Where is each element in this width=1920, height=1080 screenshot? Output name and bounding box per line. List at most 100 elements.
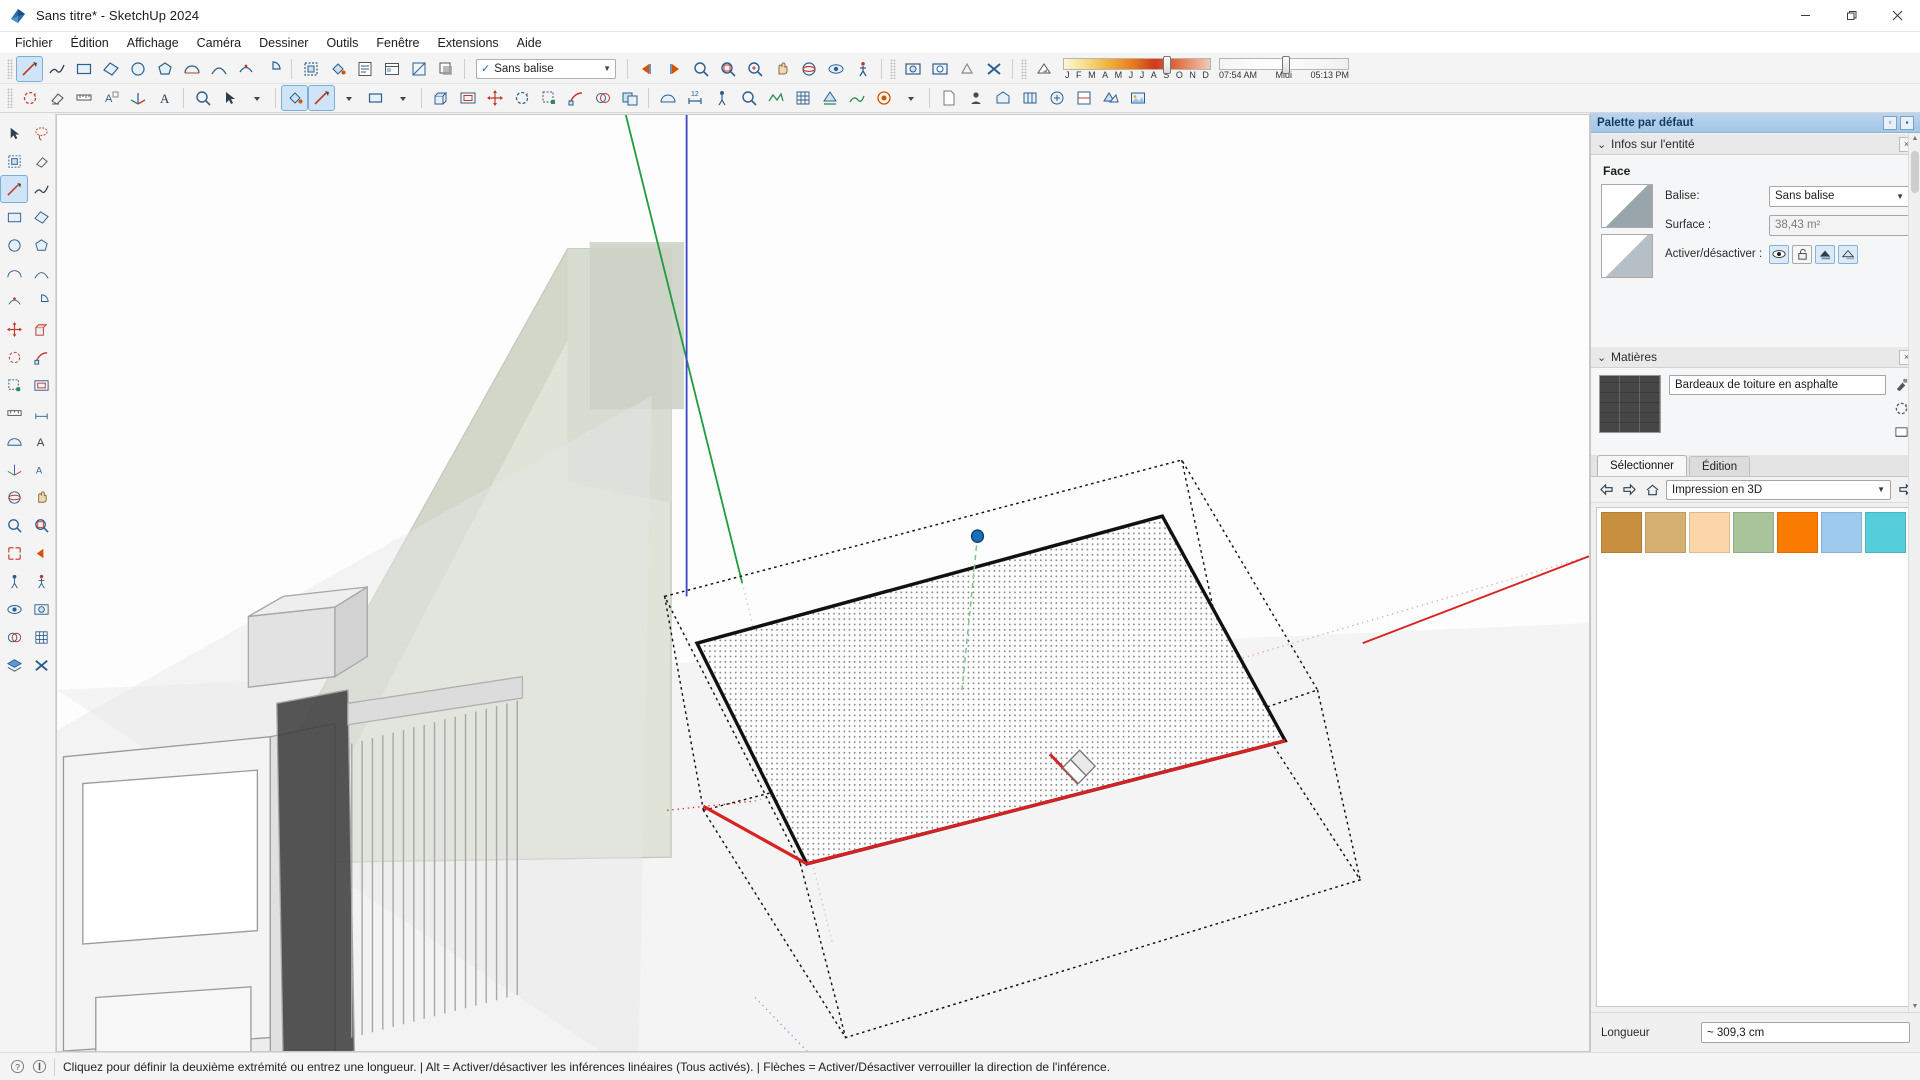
menu-fenetre[interactable]: Fenêtre: [367, 34, 428, 52]
tool-look-around-icon[interactable]: [823, 57, 848, 81]
tool-zoom-2-icon[interactable]: [190, 86, 215, 110]
lp-move-icon[interactable]: [1, 316, 27, 342]
model-viewport[interactable]: [56, 114, 1590, 1052]
tool-protractor-icon[interactable]: [655, 86, 680, 110]
tag-selector[interactable]: ✓ Sans balise ▼: [476, 58, 616, 79]
tool-scale-icon[interactable]: [536, 86, 561, 110]
entity-info-header[interactable]: ⌄ Infos sur l'entité ×: [1591, 133, 1920, 155]
lp-pie-icon[interactable]: [28, 288, 54, 314]
tool-rotate-icon[interactable]: [509, 86, 534, 110]
tool-photo-texture-icon[interactable]: [1125, 86, 1150, 110]
toolbar-grip[interactable]: [7, 58, 13, 79]
tool-orbit-icon[interactable]: [796, 57, 821, 81]
tool-3dwarehouse-icon[interactable]: [990, 86, 1015, 110]
material-swatch-2[interactable]: [1689, 512, 1730, 553]
lp-layers-icon[interactable]: [1, 652, 27, 678]
tool-axes-icon[interactable]: [125, 86, 150, 110]
tool-arc-icon[interactable]: [179, 57, 204, 81]
tool-material-dropdown-icon[interactable]: [898, 86, 923, 110]
tool-tape-measure-icon[interactable]: [71, 86, 96, 110]
material-swatch-3[interactable]: [1733, 512, 1774, 553]
toolbar-grip-4[interactable]: [7, 88, 13, 108]
tool-text-3d-icon[interactable]: A: [98, 86, 123, 110]
lp-sandbox-icon[interactable]: [28, 624, 54, 650]
tool-grid-icon[interactable]: [790, 86, 815, 110]
material-name-field[interactable]: Bardeaux de toiture en asphalte: [1669, 375, 1886, 395]
close-button[interactable]: [1874, 0, 1920, 32]
menu-edition[interactable]: Édition: [62, 34, 118, 52]
tray-title-bar[interactable]: Palette par défaut ▫ ▪: [1591, 113, 1920, 133]
tool-paint-bucket-icon[interactable]: [325, 57, 350, 81]
tool-move-icon[interactable]: [482, 86, 507, 110]
tool-shadows-icon[interactable]: [433, 57, 458, 81]
tool-text-icon[interactable]: A: [152, 86, 177, 110]
tab-edition[interactable]: Édition: [1688, 456, 1751, 476]
lp-section-plane-icon[interactable]: [28, 596, 54, 622]
tool-rectangle-icon[interactable]: [71, 57, 96, 81]
tool-zoom-window-icon[interactable]: [715, 57, 740, 81]
lp-polygon-icon[interactable]: [28, 232, 54, 258]
lp-dimension-icon[interactable]: [28, 400, 54, 426]
shadow-time-control[interactable]: 07:54 AM Midi 05:13 PM: [1211, 55, 1349, 83]
tray-dock-icon[interactable]: ▫: [1883, 115, 1897, 130]
tool-material-paint-icon[interactable]: [871, 86, 896, 110]
tool-line-dropdown-icon[interactable]: [336, 86, 361, 110]
tool-add-person-icon[interactable]: [963, 86, 988, 110]
tool-select-dropdown-icon[interactable]: [244, 86, 269, 110]
material-library-select[interactable]: Impression en 3D ▼: [1666, 479, 1891, 500]
tool-xray-icon[interactable]: [981, 57, 1006, 81]
shadow-receive-icon[interactable]: [1838, 244, 1858, 264]
material-swatch-6[interactable]: [1865, 512, 1906, 553]
chevron-down-icon[interactable]: ⌄: [1597, 351, 1611, 364]
toolbar-grip-2[interactable]: [890, 58, 896, 79]
tool-line-icon[interactable]: [16, 55, 43, 82]
lp-line-icon[interactable]: [0, 175, 28, 203]
lp-3point-arc-icon[interactable]: [1, 288, 27, 314]
lp-scale-icon[interactable]: [1, 372, 27, 398]
tag-field-combo[interactable]: Sans balise ▼: [1769, 185, 1910, 207]
tool-shapes-dropdown-icon[interactable]: [390, 86, 415, 110]
tool-shapes-icon[interactable]: [363, 86, 388, 110]
lp-select-icon[interactable]: [1, 120, 27, 146]
lp-arc-icon[interactable]: [1, 260, 27, 286]
tool-previous-view-icon[interactable]: [634, 57, 659, 81]
scroll-down-arrow-icon[interactable]: ▼: [1911, 1003, 1919, 1010]
shadow-date-slider[interactable]: [1063, 55, 1211, 74]
tool-extension-warehouse-icon[interactable]: [1017, 86, 1042, 110]
tray-scroll-thumb[interactable]: [1911, 151, 1919, 193]
tool-pan-icon[interactable]: [769, 57, 794, 81]
length-input[interactable]: ~ 309,3 cm: [1701, 1022, 1910, 1043]
shadow-cast-icon[interactable]: [1815, 244, 1835, 264]
tool-2point-arc-icon[interactable]: [206, 57, 231, 81]
lp-zoom-window-icon[interactable]: [28, 512, 54, 538]
tool-walk-icon[interactable]: [850, 57, 875, 81]
tool-paint-bucket-2-icon[interactable]: [281, 85, 308, 111]
lp-look-around-icon[interactable]: [1, 596, 27, 622]
lp-rectangle-icon[interactable]: [1, 204, 27, 230]
lp-tape-measure-icon[interactable]: [1, 400, 27, 426]
material-swatch-1[interactable]: [1645, 512, 1686, 553]
tool-shadow-settings-icon[interactable]: [1031, 57, 1056, 81]
lp-push-pull-icon[interactable]: [28, 316, 54, 342]
tray-scrollbar[interactable]: ▲ ▼: [1908, 133, 1920, 1012]
tool-offset-icon[interactable]: [455, 86, 480, 110]
tool-3point-arc-icon[interactable]: [233, 57, 258, 81]
tool-make-component-icon[interactable]: [298, 57, 323, 81]
tool-next-view-icon[interactable]: [661, 57, 686, 81]
menu-outils[interactable]: Outils: [317, 34, 367, 52]
lp-orbit-icon[interactable]: [1, 484, 27, 510]
lp-text-icon[interactable]: A: [28, 428, 54, 454]
lp-circle-icon[interactable]: [1, 232, 27, 258]
lp-rotated-rectangle-icon[interactable]: [28, 204, 54, 230]
tool-push-pull-icon[interactable]: [428, 86, 453, 110]
tool-geo-location-icon[interactable]: [1098, 86, 1123, 110]
shadow-time-handle[interactable]: [1282, 55, 1290, 74]
tool-pie-icon[interactable]: [260, 57, 285, 81]
lp-rotate-icon[interactable]: [1, 344, 27, 370]
lp-solid-tools-icon[interactable]: [1, 624, 27, 650]
tool-solid-tools-icon[interactable]: [617, 86, 642, 110]
tool-section-cut-icon[interactable]: [954, 57, 979, 81]
lp-intersect-faces-icon[interactable]: [28, 652, 54, 678]
tool-trimble-connect-icon[interactable]: [1044, 86, 1069, 110]
current-material-thumbnail[interactable]: [1599, 375, 1661, 433]
